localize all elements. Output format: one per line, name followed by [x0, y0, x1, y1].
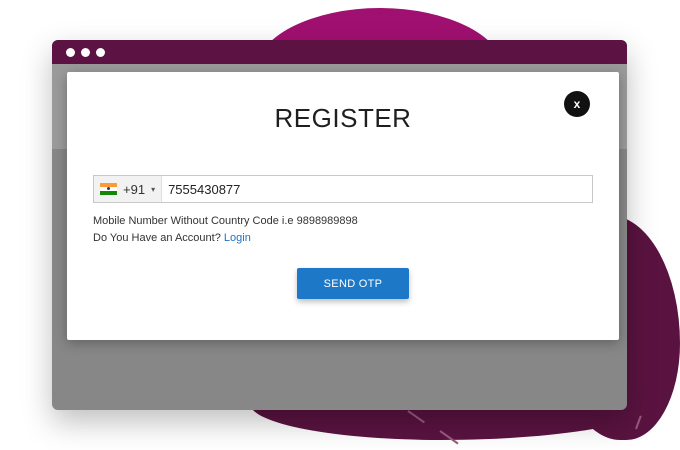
- register-modal: REGISTER x +91 ▾ Mobile Number Without C…: [67, 72, 619, 340]
- phone-hint-text: Mobile Number Without Country Code i.e 9…: [93, 215, 358, 227]
- phone-number-input[interactable]: [162, 176, 592, 202]
- india-flag-icon: [100, 183, 117, 195]
- dial-code: +91: [123, 181, 146, 197]
- window-dot-icon: [66, 47, 75, 57]
- window-dot-icon: [81, 47, 90, 57]
- modal-title: REGISTER: [274, 103, 412, 133]
- country-code-select[interactable]: +91 ▾: [94, 176, 163, 202]
- window-title-bar: [52, 40, 627, 64]
- send-otp-button[interactable]: SEND OTP: [297, 268, 409, 299]
- phone-field: +91 ▾: [93, 175, 593, 203]
- account-prompt: Do You Have an Account? Login: [93, 232, 251, 244]
- close-button[interactable]: x: [564, 91, 590, 117]
- account-prompt-text: Do You Have an Account?: [93, 232, 221, 244]
- login-link[interactable]: Login: [224, 232, 251, 244]
- window-dot-icon: [96, 47, 105, 57]
- chevron-down-icon: ▾: [151, 184, 156, 194]
